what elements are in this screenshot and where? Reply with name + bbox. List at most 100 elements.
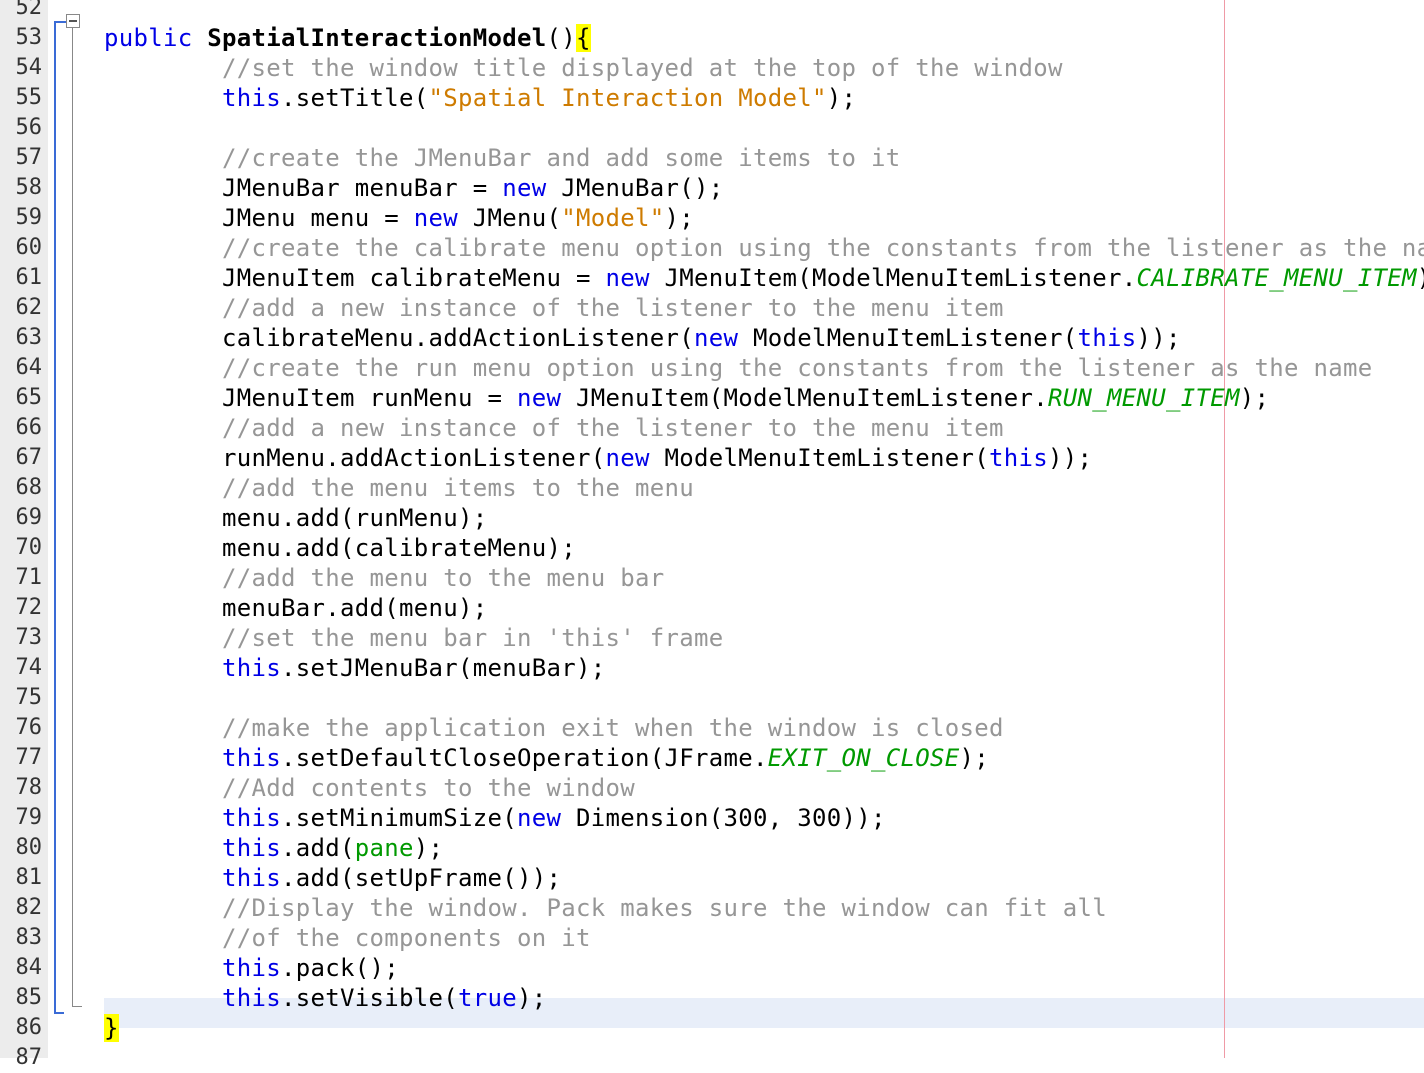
code-line[interactable]: this.setVisible(true); (104, 983, 547, 1013)
line-number: 87 (15, 1045, 43, 1070)
code-token: new (605, 444, 650, 472)
code-token: ); (1417, 264, 1424, 292)
code-token: )); (1047, 444, 1093, 472)
code-line[interactable]: //add a new instance of the listener to … (104, 293, 1004, 323)
line-number: 79 (15, 805, 43, 830)
code-line[interactable]: //Display the window. Pack makes sure th… (104, 893, 1107, 923)
line-number: 58 (15, 175, 43, 200)
line-number: 84 (15, 955, 43, 980)
code-token: //create the calibrate menu option using… (222, 234, 1424, 262)
line-number: 54 (15, 55, 43, 80)
line-number: 74 (15, 655, 43, 680)
code-token: this (1077, 324, 1137, 352)
code-token: pane (354, 834, 414, 862)
code-line[interactable]: //Add contents to the window (104, 773, 635, 803)
code-line[interactable]: JMenuItem calibrateMenu = new JMenuItem(… (104, 263, 1424, 293)
code-line[interactable]: this.pack(); (104, 953, 399, 983)
line-number: 83 (15, 925, 43, 950)
code-token: //Add contents to the window (222, 774, 635, 802)
code-line[interactable]: JMenu menu = new JMenu("Model"); (104, 203, 694, 233)
code-token: new (502, 174, 547, 202)
code-line[interactable]: //create the calibrate menu option using… (104, 233, 1424, 263)
code-token: } (104, 1014, 119, 1042)
code-line[interactable]: this.setJMenuBar(menuBar); (104, 653, 605, 683)
code-line[interactable]: this.add(setUpFrame()); (104, 863, 561, 893)
fold-range-indicator (54, 22, 56, 1014)
fold-range-end (54, 1012, 64, 1014)
code-token: ); (1239, 384, 1270, 412)
line-number: 85 (15, 985, 43, 1010)
code-token: .add( (281, 834, 355, 862)
line-number: 55 (15, 85, 43, 110)
code-line[interactable] (104, 113, 163, 143)
line-number: 53 (15, 25, 43, 50)
code-line[interactable]: JMenuBar menuBar = new JMenuBar(); (104, 173, 723, 203)
code-line[interactable]: this.setTitle("Spatial Interaction Model… (104, 83, 856, 113)
code-token: .setTitle( (281, 84, 429, 112)
code-line[interactable]: //add the menu to the menu bar (104, 563, 664, 593)
code-token: public (104, 24, 208, 52)
code-token: this (222, 864, 281, 892)
code-line[interactable]: //add a new instance of the listener to … (104, 413, 1004, 443)
code-line[interactable]: menu.add(runMenu); (104, 503, 487, 533)
code-line[interactable]: public SpatialInteractionModel(){ (104, 23, 591, 53)
code-token: //create the JMenuBar and add some items… (222, 144, 901, 172)
code-line[interactable]: menuBar.add(menu); (104, 593, 487, 623)
collapse-fold-icon[interactable] (66, 14, 80, 28)
code-token: .pack(); (281, 954, 399, 982)
code-token: this (222, 654, 281, 682)
code-token: RUN_MENU_ITEM (1047, 384, 1240, 412)
code-token: JMenuBar menuBar = (163, 174, 503, 202)
code-line[interactable]: //of the components on it (104, 923, 591, 953)
code-line[interactable]: //set the window title displayed at the … (104, 53, 1063, 83)
line-number: 68 (15, 475, 43, 500)
line-number: 65 (15, 385, 43, 410)
code-token: JMenuItem calibrateMenu = (163, 264, 606, 292)
code-line[interactable]: runMenu.addActionListener(new ModelMenuI… (104, 443, 1092, 473)
code-token: ModelMenuItemListener( (738, 324, 1078, 352)
code-token: ); (959, 744, 989, 772)
code-line[interactable]: calibrateMenu.addActionListener(new Mode… (104, 323, 1181, 353)
code-line[interactable]: //add the menu items to the menu (104, 473, 694, 503)
line-number: 73 (15, 625, 43, 650)
code-token: JMenuItem(ModelMenuItemListener. (649, 264, 1137, 292)
code-line[interactable]: this.add(pane); (104, 833, 443, 863)
code-token: new (413, 204, 458, 232)
code-line[interactable]: menu.add(calibrateMenu); (104, 533, 576, 563)
line-number: 78 (15, 775, 43, 800)
code-line[interactable]: //create the run menu option using the c… (104, 353, 1372, 383)
code-token: //make the application exit when the win… (222, 714, 1004, 742)
code-token: ); (517, 984, 547, 1012)
code-line[interactable]: JMenuItem runMenu = new JMenuItem(ModelM… (104, 383, 1269, 413)
code-token: this (222, 84, 281, 112)
line-number: 72 (15, 595, 43, 620)
code-line[interactable]: //create the JMenuBar and add some items… (104, 143, 900, 173)
line-number-gutter[interactable]: 52 53 54 55 56 57 58 59 60 61 62 63 64 65 66 67 68 69 70 71… (0, 0, 49, 1070)
code-token: .add(setUpFrame()); (281, 864, 562, 892)
code-line[interactable]: //set the menu bar in 'this' frame (104, 623, 723, 653)
code-token: "Model" (561, 204, 665, 232)
code-line[interactable]: //make the application exit when the win… (104, 713, 1004, 743)
code-line[interactable]: this.setMinimumSize(new Dimension(300, 3… (104, 803, 886, 833)
code-token: this (222, 804, 281, 832)
code-line[interactable] (104, 683, 163, 713)
line-number: 69 (15, 505, 43, 530)
line-number: 61 (15, 265, 43, 290)
code-line[interactable]: this.setDefaultCloseOperation(JFrame.EXI… (104, 743, 989, 773)
code-token: .setDefaultCloseOperation(JFrame. (281, 744, 768, 772)
code-token: //add a new instance of the listener to … (222, 294, 1004, 322)
code-token: .setMinimumSize( (281, 804, 517, 832)
code-token: ModelMenuItemListener( (649, 444, 989, 472)
code-token: "Spatial Interaction Model" (428, 84, 827, 112)
line-number: 64 (15, 355, 43, 380)
code-line[interactable]: } (104, 1013, 119, 1043)
